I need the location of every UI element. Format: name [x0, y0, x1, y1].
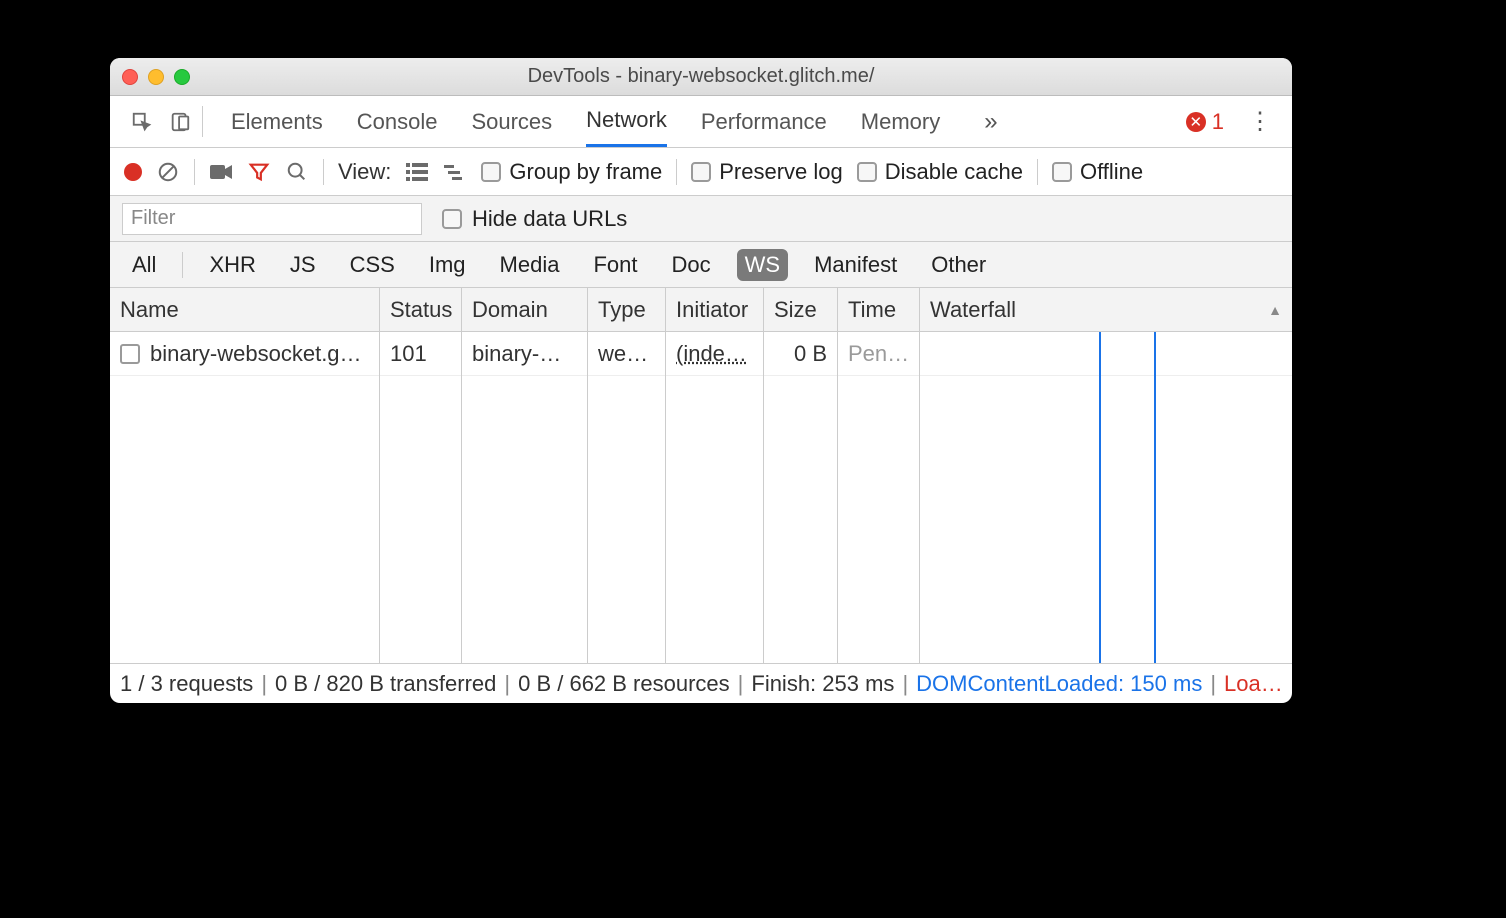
disable-cache-label: Disable cache [885, 159, 1023, 185]
view-label: View: [338, 159, 391, 185]
type-filter-media[interactable]: Media [492, 249, 568, 281]
type-filter-xhr[interactable]: XHR [201, 249, 263, 281]
filter-bar: Hide data URLs [110, 196, 1292, 242]
error-icon: ✕ [1186, 112, 1206, 132]
col-name[interactable]: Name [110, 288, 380, 331]
type-filter-font[interactable]: Font [585, 249, 645, 281]
filter-icon[interactable] [247, 161, 271, 183]
sort-ascending-icon: ▲ [1268, 302, 1282, 318]
footer-load: Loa… [1224, 671, 1283, 697]
cell-time-text: Pen… [848, 341, 909, 367]
col-initiator[interactable]: Initiator [666, 288, 764, 331]
hide-data-urls-option[interactable]: Hide data URLs [442, 206, 627, 232]
tab-elements[interactable]: Elements [231, 96, 323, 147]
group-by-frame-label: Group by frame [509, 159, 662, 185]
cell-waterfall [920, 332, 1292, 375]
footer-transferred: 0 B / 820 B transferred [275, 671, 496, 697]
disable-cache-checkbox[interactable] [857, 162, 877, 182]
cell-time: Pen… [838, 332, 920, 375]
filter-input[interactable] [122, 203, 422, 235]
initiator-link[interactable]: (inde… [676, 341, 747, 367]
type-filter-all[interactable]: All [124, 249, 164, 281]
offline-label: Offline [1080, 159, 1143, 185]
cell-name-text: binary-websocket.g… [150, 341, 362, 367]
footer-finish: Finish: 253 ms [751, 671, 894, 697]
toggle-device-icon[interactable] [168, 111, 192, 133]
col-waterfall-label: Waterfall [930, 297, 1016, 323]
footer-domcontentloaded: DOMContentLoaded: 150 ms [916, 671, 1202, 697]
row-icon [120, 344, 140, 364]
error-count: 1 [1212, 109, 1224, 135]
type-filter-doc[interactable]: Doc [663, 249, 718, 281]
col-size[interactable]: Size [764, 288, 838, 331]
cell-name: binary-websocket.g… [110, 332, 380, 375]
tab-memory[interactable]: Memory [861, 96, 940, 147]
type-filter-manifest[interactable]: Manifest [806, 249, 905, 281]
grid-body: binary-websocket.g… 101 binary-… we… (in… [110, 332, 1292, 663]
search-icon[interactable] [285, 161, 309, 183]
col-time[interactable]: Time [838, 288, 920, 331]
tab-network[interactable]: Network [586, 96, 667, 147]
col-waterfall[interactable]: Waterfall ▲ [920, 288, 1292, 331]
type-filter-other[interactable]: Other [923, 249, 994, 281]
footer-resources: 0 B / 662 B resources [518, 671, 730, 697]
inspect-element-icon[interactable] [130, 111, 154, 133]
col-type[interactable]: Type [588, 288, 666, 331]
cell-domain: binary-… [462, 332, 588, 375]
panel-tabbar: Elements Console Sources Network Perform… [110, 96, 1292, 148]
tab-sources[interactable]: Sources [471, 96, 552, 147]
tab-console[interactable]: Console [357, 96, 438, 147]
hide-data-urls-label: Hide data URLs [472, 206, 627, 232]
type-filter-css[interactable]: CSS [342, 249, 403, 281]
col-status[interactable]: Status [380, 288, 462, 331]
error-count-badge[interactable]: ✕ 1 [1186, 109, 1238, 135]
network-toolbar: View: Group by frame Preserve log Disabl… [110, 148, 1292, 196]
cell-status: 101 [380, 332, 462, 375]
hide-data-urls-checkbox[interactable] [442, 209, 462, 229]
settings-menu-button[interactable]: ⋮ [1238, 107, 1282, 136]
request-row[interactable]: binary-websocket.g… 101 binary-… we… (in… [110, 332, 1292, 376]
record-button[interactable] [124, 163, 142, 181]
tab-performance[interactable]: Performance [701, 96, 827, 147]
cell-initiator[interactable]: (inde… [666, 332, 764, 375]
large-rows-icon[interactable] [405, 163, 429, 181]
offline-option[interactable]: Offline [1052, 159, 1143, 185]
tabs-overflow-button[interactable]: » [974, 108, 1007, 136]
group-by-frame-checkbox[interactable] [481, 162, 501, 182]
cell-type: we… [588, 332, 666, 375]
type-filter-js[interactable]: JS [282, 249, 324, 281]
status-footer: 1 / 3 requests | 0 B / 820 B transferred… [110, 663, 1292, 703]
preserve-log-option[interactable]: Preserve log [691, 159, 843, 185]
grid-header: Name Status Domain Type Initiator Size T… [110, 288, 1292, 332]
offline-checkbox[interactable] [1052, 162, 1072, 182]
cell-size: 0 B [764, 332, 838, 375]
clear-icon[interactable] [156, 161, 180, 183]
overview-icon[interactable] [443, 163, 467, 181]
titlebar: DevTools - binary-websocket.glitch.me/ [110, 58, 1292, 96]
devtools-window: DevTools - binary-websocket.glitch.me/ E… [110, 58, 1292, 703]
disable-cache-option[interactable]: Disable cache [857, 159, 1023, 185]
window-title: DevTools - binary-websocket.glitch.me/ [110, 65, 1292, 88]
type-filter-img[interactable]: Img [421, 249, 474, 281]
group-by-frame-option[interactable]: Group by frame [481, 159, 662, 185]
type-filter-ws[interactable]: WS [737, 249, 788, 281]
camera-icon[interactable] [209, 162, 233, 182]
preserve-log-checkbox[interactable] [691, 162, 711, 182]
preserve-log-label: Preserve log [719, 159, 843, 185]
footer-requests: 1 / 3 requests [120, 671, 253, 697]
type-filter-bar: All XHR JS CSS Img Media Font Doc WS Man… [110, 242, 1292, 288]
col-domain[interactable]: Domain [462, 288, 588, 331]
network-grid: Name Status Domain Type Initiator Size T… [110, 288, 1292, 663]
